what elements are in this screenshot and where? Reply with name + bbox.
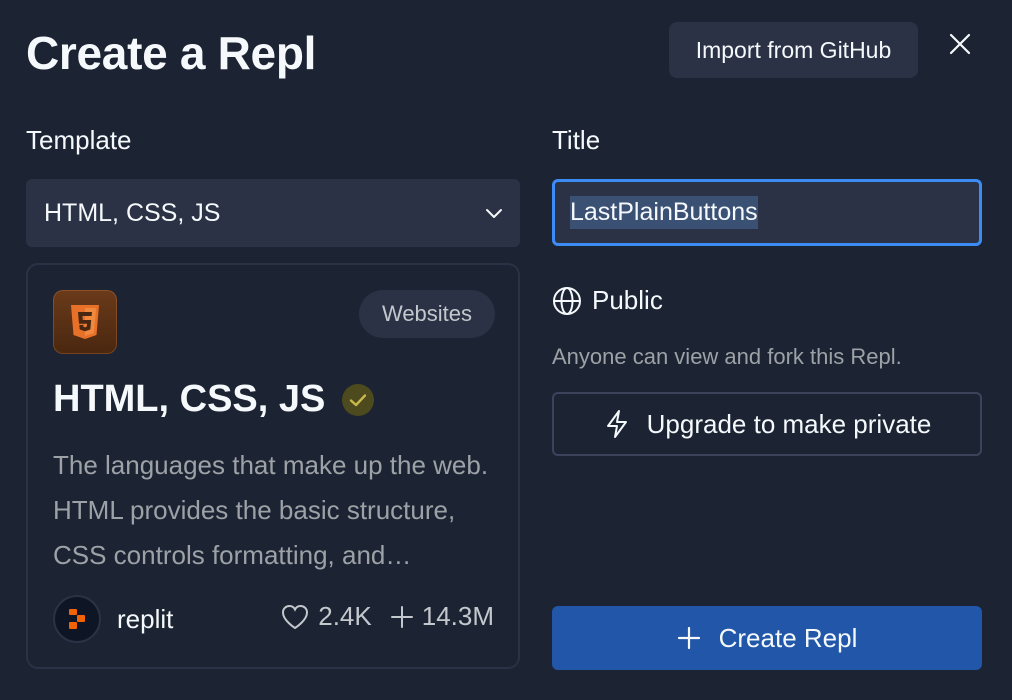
plus-icon [390,605,413,628]
plus-icon [677,626,700,650]
verified-check-icon [342,384,375,416]
privacy-status: Public [552,285,663,316]
close-button[interactable] [940,24,980,64]
title-input-value: LastPlainButtons [570,196,758,229]
globe-icon [553,286,581,315]
upgrade-private-button[interactable]: Upgrade to make private [552,392,982,456]
create-label: Create Repl [718,622,858,653]
template-select-value: HTML, CSS, JS [44,198,221,227]
template-description: The languages that make up the web. HTML… [53,450,489,570]
create-repl-dialog: Create a Repl Import from GitHub Templat… [0,0,1012,700]
import-from-github-button[interactable]: Import from GitHub [669,22,918,78]
chevron-down-icon [486,209,502,218]
upgrade-label: Upgrade to make private [646,408,932,439]
template-author[interactable]: replit [53,595,173,643]
html5-icon [53,290,117,354]
privacy-description: Anyone can view and fork this Repl. [552,344,902,369]
template-label: Template [26,125,132,155]
template-name-text: HTML, CSS, JS [53,378,326,420]
create-repl-button[interactable]: Create Repl [552,606,982,670]
dialog-title: Create a Repl [26,27,317,79]
heart-icon [282,604,309,629]
close-icon [949,33,971,55]
lightning-icon [606,410,627,438]
template-name: HTML, CSS, JS [53,375,375,423]
category-badge: Websites [359,290,495,338]
title-input[interactable]: LastPlainButtons [552,179,982,246]
likes-count: 2.4K [318,601,372,631]
likes-stat: 2.4K [280,601,372,632]
template-stats: 2.4K 14.3M [280,601,494,632]
avatar [53,595,101,643]
author-name: replit [117,603,174,634]
replit-logo-icon [69,609,85,629]
forks-stat: 14.3M [390,601,494,632]
title-label: Title [552,125,601,155]
template-select[interactable]: HTML, CSS, JS [26,179,520,247]
privacy-label: Public [592,285,663,315]
template-card[interactable]: Websites HTML, CSS, JS The languages tha… [26,263,520,669]
forks-count: 14.3M [421,601,494,631]
